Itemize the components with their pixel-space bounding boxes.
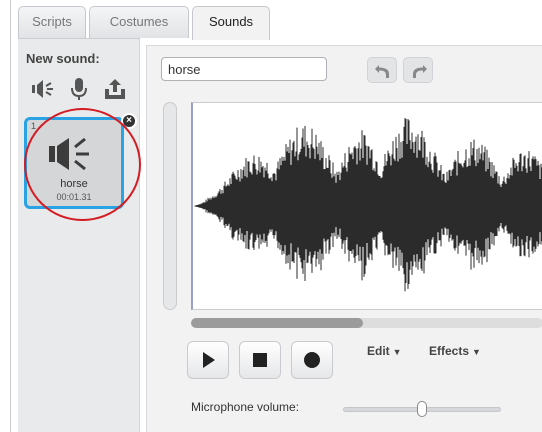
redo-button[interactable] <box>403 57 433 83</box>
redo-icon <box>413 65 427 78</box>
sound-name-label: horse <box>60 178 88 190</box>
microphone-volume-label: Microphone volume: <box>191 400 300 414</box>
undo-icon <box>375 65 389 78</box>
sound-tile[interactable]: 1 horse 00:01.31 × <box>24 113 137 209</box>
speaker-icon <box>45 134 99 174</box>
effects-menu[interactable]: Effects ▼ <box>429 344 481 358</box>
horizontal-scrollbar[interactable] <box>191 318 542 328</box>
waveform <box>194 118 542 292</box>
scrollbar-thumb[interactable] <box>191 318 364 328</box>
upload-icon[interactable] <box>102 77 128 101</box>
edit-menu-label: Edit <box>367 344 390 358</box>
sound-number: 1 <box>31 121 37 131</box>
effects-menu-label: Effects <box>429 344 470 358</box>
waveform-display[interactable] <box>191 102 542 310</box>
sound-editor: Edit▼ Effects▼ Microphone volume: <box>146 45 542 432</box>
zoom-scrollbar[interactable] <box>163 102 177 310</box>
chevron-down-icon: ▼ <box>472 347 481 357</box>
stop-button[interactable] <box>239 341 281 379</box>
undo-button[interactable] <box>367 57 397 83</box>
edit-menu[interactable]: Edit ▼ <box>367 344 402 358</box>
new-sound-label: New sound: <box>26 51 100 66</box>
play-icon <box>203 352 215 368</box>
chevron-down-icon: ▼ <box>392 347 402 357</box>
tab-sounds[interactable]: Sounds <box>192 6 270 40</box>
record-icon <box>304 352 320 368</box>
play-button[interactable] <box>187 341 229 379</box>
new-sound-toolbar <box>30 77 140 101</box>
speaker-library-icon[interactable] <box>30 77 56 101</box>
sound-list-panel: New sound: 1 horse 00:01.31 × <box>18 38 141 432</box>
microphone-icon[interactable] <box>66 77 92 101</box>
sound-duration: 00:01.31 <box>56 192 92 202</box>
sound-name-input[interactable] <box>161 57 327 81</box>
stop-icon <box>253 353 267 367</box>
tab-scripts[interactable]: Scripts <box>18 6 86 38</box>
delete-sound-icon[interactable]: × <box>121 113 137 129</box>
tab-costumes[interactable]: Costumes <box>89 6 189 38</box>
left-divider <box>10 0 11 432</box>
record-button[interactable] <box>291 341 333 379</box>
slider-knob[interactable] <box>417 401 427 417</box>
